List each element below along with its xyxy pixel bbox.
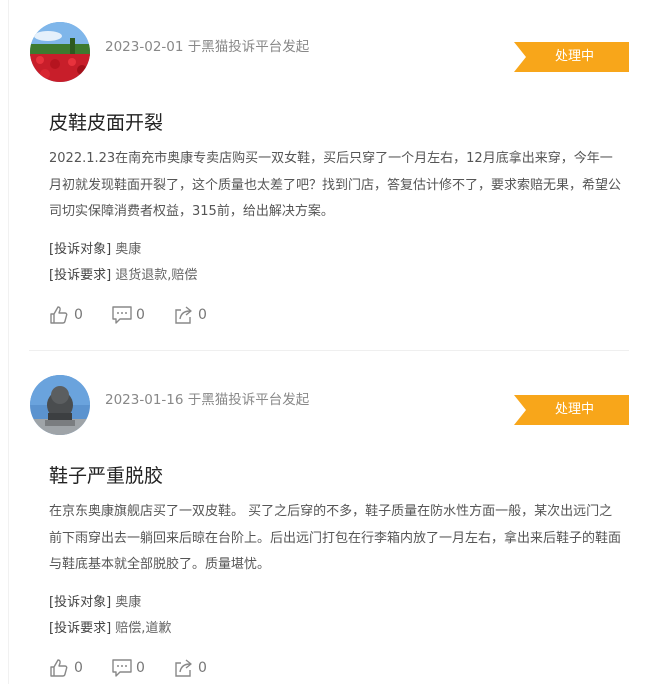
complaint-target: [投诉对象] 奥康 [49, 238, 141, 257]
avatar-image [30, 22, 90, 82]
complaint-request: [投诉要求] 退货退款,赔偿 [49, 264, 197, 283]
request-value: 赔偿,道歉 [115, 621, 172, 636]
complaint-request: [投诉要求] 赔偿,道歉 [49, 617, 171, 636]
status-badge: 处理中 [514, 395, 629, 425]
like-count: 0 [74, 307, 83, 323]
complaint-content: 在京东奥康旗舰店买了一双皮鞋。 买了之后穿的不多，鞋子质量在防水性方面一般，某次… [49, 504, 622, 572]
comment-count: 0 [136, 660, 145, 676]
complaint-list: 2023-02-01 于黑猫投诉平台发起 处理中 皮鞋皮面开裂 2022.1.2… [8, 0, 653, 684]
comment-count: 0 [136, 307, 145, 323]
avatar[interactable] [30, 375, 90, 435]
status-label: 处理中 [554, 402, 594, 417]
request-label: [投诉要求] [49, 268, 112, 283]
like-count: 0 [74, 660, 83, 676]
share-icon [175, 659, 192, 677]
thumbs-up-icon [50, 306, 68, 324]
complaint-target: [投诉对象] 奥康 [49, 591, 141, 610]
status-label: 处理中 [554, 49, 594, 64]
comment-icon [112, 306, 132, 324]
status-badge: 处理中 [514, 42, 629, 72]
post-date-source: 2023-01-16 于黑猫投诉平台发起 [105, 392, 310, 408]
target-label: [投诉对象] [49, 242, 112, 257]
target-value[interactable]: 奥康 [115, 242, 141, 257]
post-date-source: 2023-02-01 于黑猫投诉平台发起 [105, 39, 310, 55]
request-value: 退货退款,赔偿 [115, 268, 198, 283]
complaint-content: 2022.1.23在南充市奥康专卖店购买一双女鞋，买后只穿了一个月左右，12月底… [49, 151, 622, 219]
target-value[interactable]: 奥康 [115, 595, 141, 610]
complaint-title[interactable]: 鞋子严重脱胶 [49, 461, 163, 488]
share-count: 0 [198, 307, 207, 323]
avatar[interactable] [30, 22, 90, 82]
complaint-title[interactable]: 皮鞋皮面开裂 [49, 108, 163, 135]
share-icon [175, 306, 192, 324]
share-count: 0 [198, 660, 207, 676]
thumbs-up-icon [50, 659, 68, 677]
target-label: [投诉对象] [49, 595, 112, 610]
request-label: [投诉要求] [49, 621, 112, 636]
avatar-image [30, 375, 90, 435]
divider [29, 350, 629, 351]
comment-icon [112, 659, 132, 677]
